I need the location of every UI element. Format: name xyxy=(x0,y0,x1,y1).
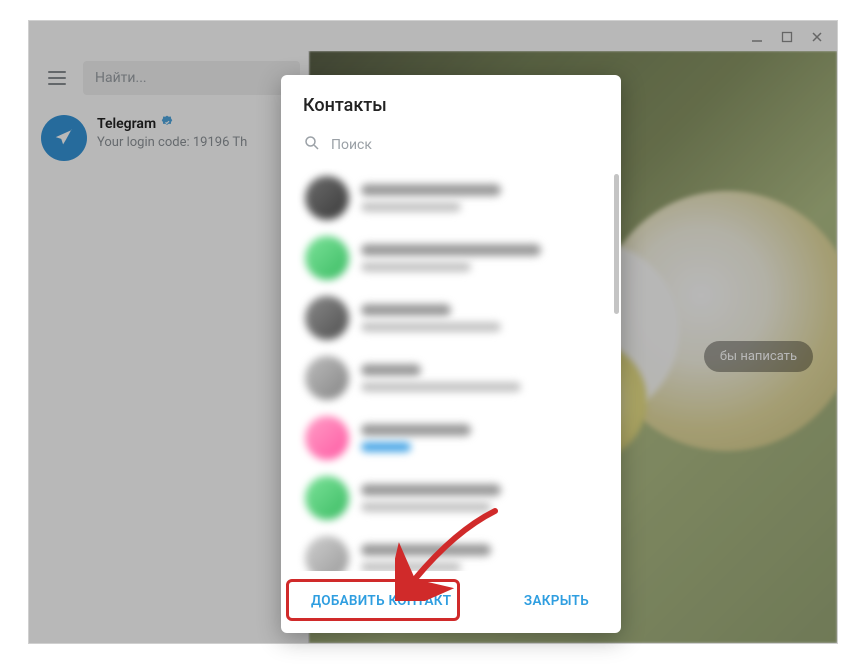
contact-status xyxy=(361,442,411,452)
contact-avatar xyxy=(305,356,349,400)
modal-title: Контакты xyxy=(281,75,621,130)
contact-name xyxy=(361,484,501,496)
search-icon xyxy=(303,134,321,156)
contact-name xyxy=(361,304,451,316)
contact-status xyxy=(361,262,471,272)
contact-name xyxy=(361,544,491,556)
contacts-modal: Контакты ДОБАВИТЬ КОНТАКТ ЗАКРЫТЬ xyxy=(281,75,621,633)
close-window-button[interactable] xyxy=(809,29,825,45)
contact-name xyxy=(361,184,501,196)
add-contact-button[interactable]: ДОБАВИТЬ КОНТАКТ xyxy=(301,585,461,617)
modal-search[interactable] xyxy=(281,130,621,168)
contact-row[interactable] xyxy=(297,528,615,571)
contact-name xyxy=(361,424,471,436)
contact-row[interactable] xyxy=(297,228,615,288)
modal-footer: ДОБАВИТЬ КОНТАКТ ЗАКРЫТЬ xyxy=(281,571,621,633)
contact-status xyxy=(361,202,461,212)
contact-row[interactable] xyxy=(297,468,615,528)
contact-row[interactable] xyxy=(297,408,615,468)
contact-avatar xyxy=(305,236,349,280)
contact-name xyxy=(361,244,541,256)
contact-row[interactable] xyxy=(297,288,615,348)
window-frame: Telegram Your login code: 19196 Th бы на… xyxy=(28,20,838,644)
contact-avatar xyxy=(305,296,349,340)
maximize-button[interactable] xyxy=(779,29,795,45)
contact-status xyxy=(361,382,521,392)
scrollbar-thumb[interactable] xyxy=(614,174,619,314)
contact-status xyxy=(361,502,491,512)
close-button[interactable]: ЗАКРЫТЬ xyxy=(514,585,599,617)
contact-status xyxy=(361,562,461,571)
contact-row[interactable] xyxy=(297,348,615,408)
contact-avatar xyxy=(305,416,349,460)
contact-row[interactable] xyxy=(297,168,615,228)
contact-avatar xyxy=(305,536,349,571)
minimize-button[interactable] xyxy=(749,29,765,45)
contacts-list xyxy=(281,168,621,571)
contact-avatar xyxy=(305,176,349,220)
contact-avatar xyxy=(305,476,349,520)
modal-search-input[interactable] xyxy=(331,137,599,153)
contact-name xyxy=(361,364,421,376)
window-titlebar xyxy=(749,21,837,53)
contact-status xyxy=(361,322,501,332)
